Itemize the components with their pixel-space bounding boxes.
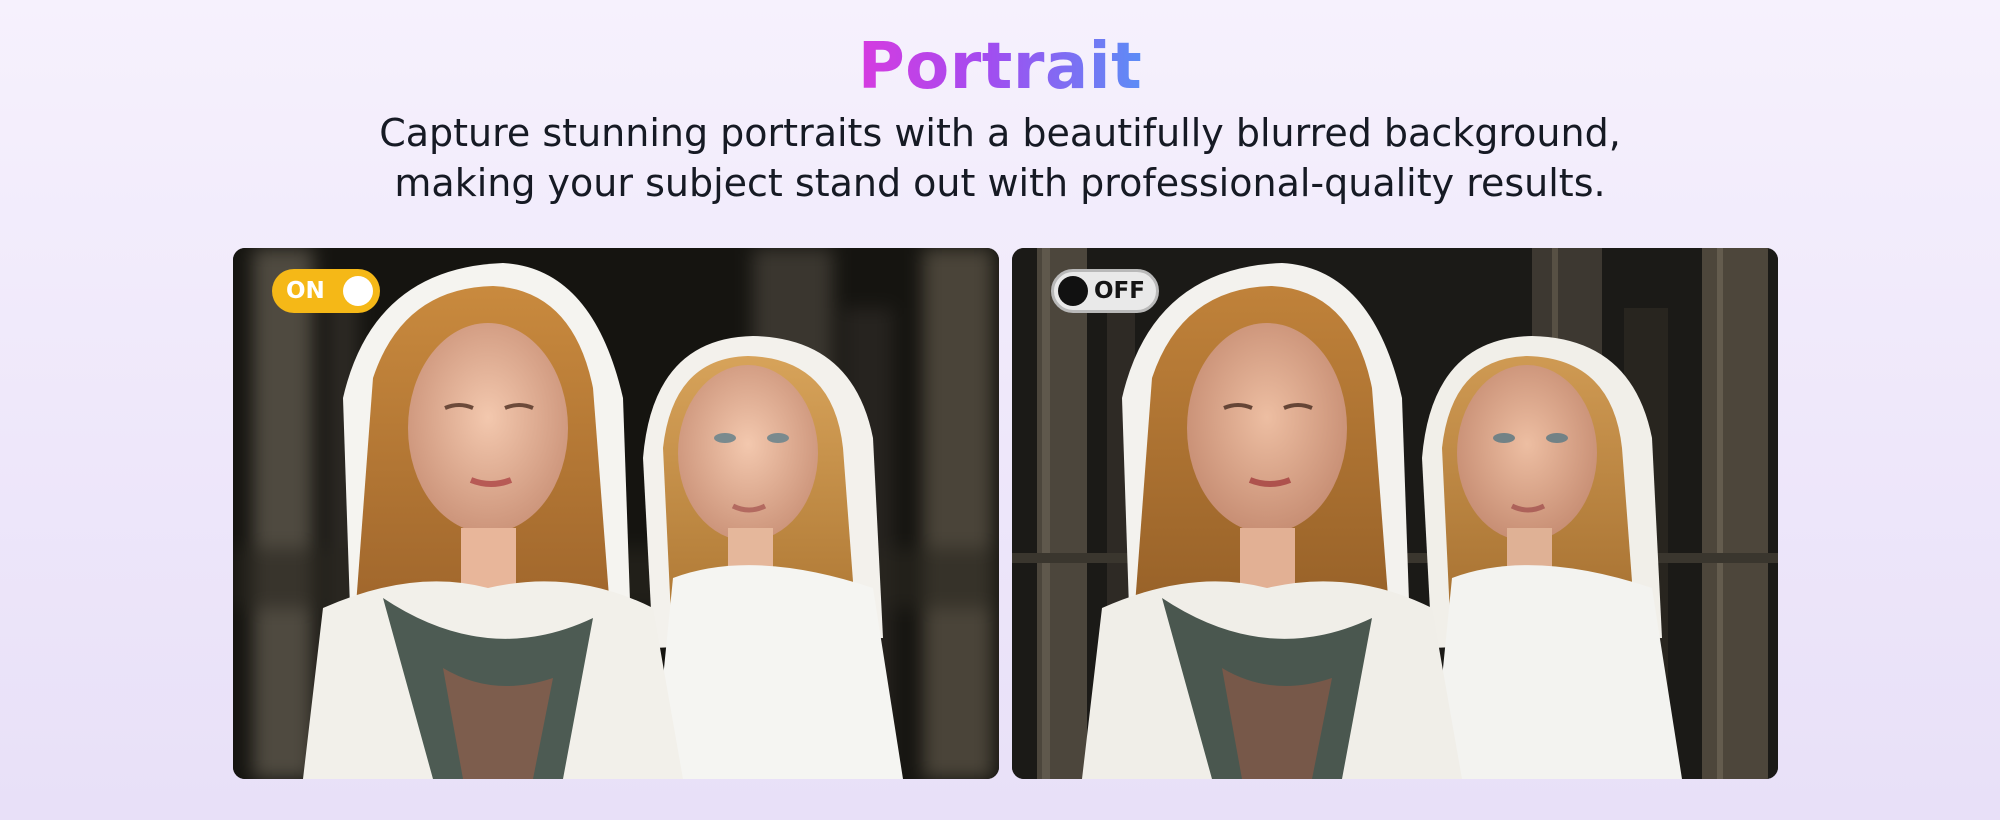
portrait-off-panel: OFF: [1012, 248, 1778, 779]
page-title: Portrait: [857, 30, 1143, 104]
page-subtitle: Capture stunning portraits with a beauti…: [0, 108, 2000, 208]
portrait-off-toggle[interactable]: OFF: [1051, 269, 1159, 313]
subtitle-line-1: Capture stunning portraits with a beauti…: [379, 111, 1621, 155]
toggle-off-label: OFF: [1094, 278, 1145, 304]
toggle-knob: [1058, 276, 1088, 306]
portrait-on-toggle[interactable]: ON: [272, 269, 380, 313]
toggle-on-label: ON: [286, 278, 325, 304]
toggle-knob: [343, 276, 373, 306]
subtitle-line-2: making your subject stand out with profe…: [394, 161, 1606, 205]
portrait-photo-blurred-background: [233, 248, 999, 779]
portrait-photo-sharp-background: [1012, 248, 1778, 779]
portrait-on-panel: ON: [233, 248, 999, 779]
